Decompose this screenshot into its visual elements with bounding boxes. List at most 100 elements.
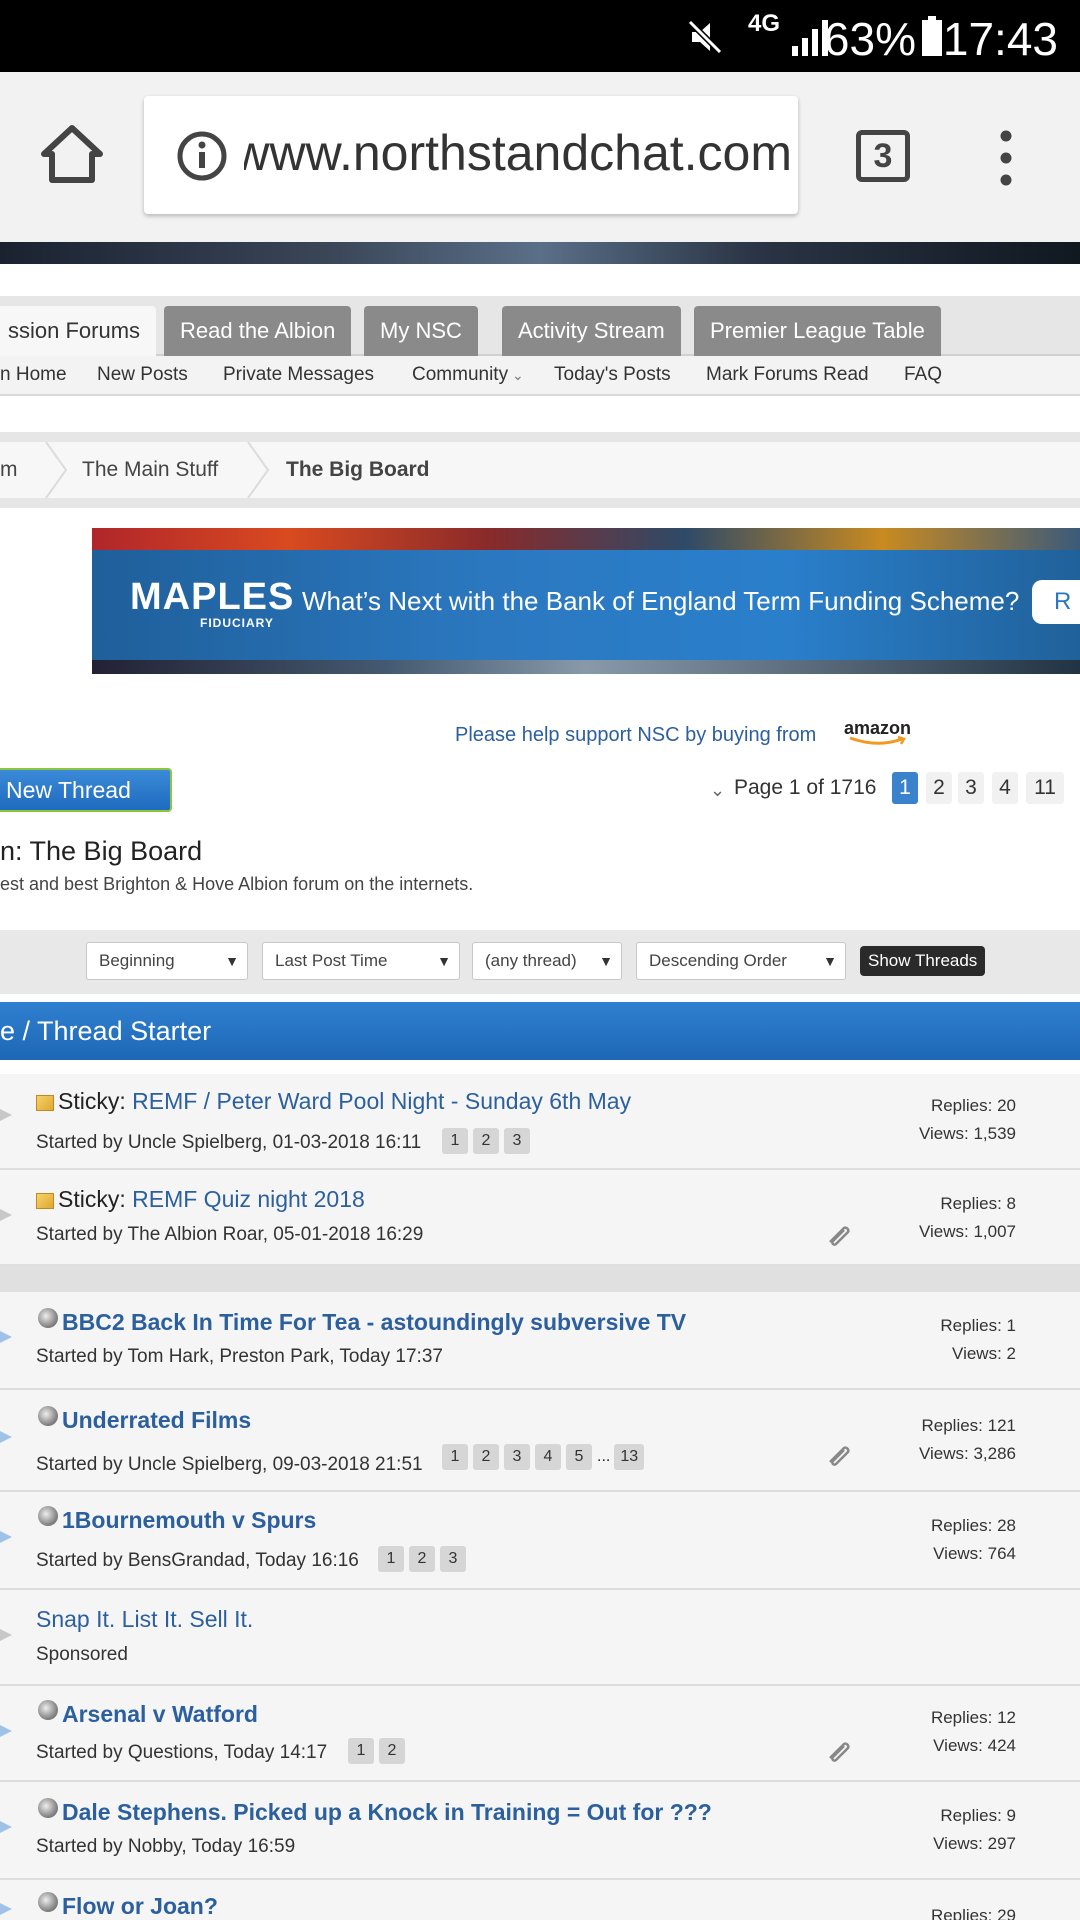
- banner-headline: What’s Next with the Bank of England Ter…: [302, 586, 1020, 616]
- tab-read-the-albion[interactable]: Read the Albion: [164, 306, 352, 356]
- thread-page-link[interactable]: 2: [473, 1128, 499, 1154]
- subnav-mark-forums-read[interactable]: Mark Forums Read: [706, 364, 869, 386]
- thread-stats: Replies: 29: [931, 1902, 1016, 1920]
- thread-page-link[interactable]: 1: [442, 1444, 468, 1470]
- subnav-faq[interactable]: FAQ: [904, 364, 942, 386]
- subnav-community[interactable]: Community ⌄: [412, 364, 524, 386]
- battery-percent: 63%: [823, 13, 916, 65]
- breadcrumb-separator-icon: [45, 442, 68, 498]
- sticky-icon: [36, 1094, 54, 1111]
- clock: 17:43: [942, 13, 1058, 65]
- thread-stats: Replies: 12 Views: 424: [931, 1704, 1016, 1760]
- home-icon[interactable]: [40, 124, 104, 184]
- date-from-select[interactable]: Beginning ▼: [86, 942, 248, 980]
- chevron-down-icon: ⌄: [508, 367, 524, 383]
- support-link[interactable]: Please help support NSC by buying from: [455, 724, 816, 747]
- thread-status-icon: [0, 1903, 12, 1915]
- thread-page-link[interactable]: 1: [378, 1546, 404, 1572]
- thread-title-link[interactable]: BBC2 Back In Time For Tea - astoundingly…: [62, 1309, 686, 1335]
- banner-ad[interactable]: MAPLES FIDUCIARY What’s Next with the Ba…: [92, 528, 1080, 674]
- tab-activity-stream[interactable]: Activity Stream: [502, 306, 681, 356]
- tab-switcher-button[interactable]: 3: [856, 130, 910, 182]
- info-icon[interactable]: [176, 130, 228, 182]
- thread-status-icon: [0, 1209, 12, 1221]
- thread-list-header[interactable]: e / Thread Starter: [0, 1002, 1080, 1060]
- page-ellipsis: ...: [597, 1448, 611, 1465]
- thread-page-link[interactable]: 2: [379, 1738, 405, 1764]
- sort-by-select[interactable]: Last Post Time ▼: [262, 942, 460, 980]
- show-threads-button[interactable]: Show Threads: [860, 946, 986, 976]
- tab-discussion-forums[interactable]: ssion Forums: [0, 306, 157, 356]
- page-link[interactable]: 11: [1026, 772, 1064, 804]
- reply-count: Replies: 121: [921, 1416, 1016, 1435]
- view-count: Views: 2: [952, 1344, 1016, 1363]
- status-bar: 4G 63% 17:43: [0, 0, 1080, 72]
- tab-my-nsc[interactable]: My NSC: [364, 306, 478, 356]
- thread-page-link[interactable]: 1: [348, 1738, 374, 1764]
- amazon-logo[interactable]: amazon: [842, 716, 920, 748]
- thread-starter: Started by Tom Hark, Preston Park, Today…: [36, 1346, 443, 1367]
- subnav-private-messages[interactable]: Private Messages: [223, 364, 374, 386]
- page-link[interactable]: 4: [992, 772, 1018, 804]
- thread-title-link[interactable]: Dale Stephens. Picked up a Knock in Trai…: [62, 1799, 712, 1825]
- thread-starter: Started by BensGrandad, Today 16:16: [36, 1550, 359, 1571]
- page-jump-label[interactable]: Page 1 of 1716: [734, 776, 876, 800]
- breadcrumb-separator-icon: [247, 442, 270, 498]
- thread-stats: Replies: 9 Views: 297: [933, 1802, 1016, 1858]
- thread-row: Sticky: REMF Quiz night 2018 Started by …: [0, 1170, 1080, 1266]
- thread-title-link[interactable]: REMF / Peter Ward Pool Night - Sunday 6t…: [132, 1088, 631, 1114]
- view-count: Views: 1,007: [918, 1222, 1016, 1241]
- thread-title-link[interactable]: REMF Quiz night 2018: [132, 1186, 365, 1212]
- thread-icon: [38, 1506, 58, 1526]
- page-link-current[interactable]: 1: [892, 772, 918, 804]
- page-link[interactable]: 2: [926, 772, 952, 804]
- section-divider: [0, 1266, 1080, 1292]
- thread-starter: Started by Uncle Spielberg, 09-03-2018 2…: [36, 1454, 423, 1475]
- thread-page-link[interactable]: 3: [440, 1546, 466, 1572]
- thread-title-line: 1Bournemouth v Spurs: [38, 1506, 316, 1534]
- thread-page-link[interactable]: 2: [473, 1444, 499, 1470]
- prefix-select[interactable]: (any thread) ▼: [472, 942, 622, 980]
- order-value: Descending Order: [649, 951, 787, 970]
- page-link[interactable]: 3: [958, 772, 984, 804]
- thread-title-link[interactable]: 1Bournemouth v Spurs: [62, 1507, 316, 1533]
- thread-page-link[interactable]: 3: [504, 1128, 530, 1154]
- subnav-todays-posts[interactable]: Today's Posts: [554, 364, 671, 386]
- subnav-new-posts[interactable]: New Posts: [97, 364, 188, 386]
- thread-row: Arsenal v Watford Started by Questions, …: [0, 1686, 1080, 1782]
- thread-row: Flow or Joan? Replies: 29: [0, 1880, 1080, 1920]
- sponsored-link[interactable]: Snap It. List It. Sell It.: [36, 1606, 253, 1632]
- thread-stats: Replies: 1 Views: 2: [940, 1312, 1016, 1368]
- thread-page-link[interactable]: 13: [614, 1444, 645, 1470]
- thread-page-link[interactable]: 3: [504, 1444, 530, 1470]
- breadcrumb-main-stuff[interactable]: The Main Stuff: [82, 458, 218, 482]
- thread-page-link[interactable]: 4: [535, 1444, 561, 1470]
- attachment-icon: [829, 1742, 850, 1762]
- thread-title-link[interactable]: Flow or Joan?: [62, 1893, 218, 1919]
- address-bar[interactable]: www.northstandchat.com: [144, 96, 798, 214]
- thread-title-link[interactable]: Underrated Films: [62, 1407, 251, 1433]
- view-count: Views: 3,286: [918, 1444, 1016, 1463]
- chevron-down-icon[interactable]: ⌄: [710, 780, 725, 801]
- overflow-menu-icon[interactable]: [1000, 128, 1012, 188]
- thread-title-link[interactable]: Arsenal v Watford: [62, 1701, 258, 1727]
- forum-description: est and best Brighton & Hove Albion foru…: [0, 874, 474, 894]
- tab-premier-league-table[interactable]: Premier League Table: [694, 306, 941, 356]
- url-text[interactable]: www.northstandchat.com: [244, 124, 792, 182]
- banner-cta-button[interactable]: R: [1032, 580, 1080, 624]
- thread-page-link[interactable]: 1: [442, 1128, 468, 1154]
- thread-stats: Replies: 28 Views: 764: [931, 1512, 1016, 1568]
- thread-page-link[interactable]: 2: [409, 1546, 435, 1572]
- breadcrumb-forum[interactable]: m: [0, 458, 18, 482]
- order-select[interactable]: Descending Order ▼: [636, 942, 846, 980]
- thread-filter-bar: Beginning ▼ Last Post Time ▼ (any thread) ▼…: [0, 930, 1080, 994]
- thread-stats: Replies: 8 Views: 1,007: [919, 1190, 1016, 1246]
- new-thread-button[interactable]: New Thread: [0, 768, 172, 812]
- thread-page-links: 123: [442, 1128, 535, 1154]
- thread-title-line: Flow or Joan?: [38, 1892, 218, 1920]
- subnav-forum-home[interactable]: n Home: [0, 364, 67, 386]
- caret-down-icon: ▼: [599, 953, 613, 969]
- thread-title-line: Arsenal v Watford: [38, 1700, 258, 1728]
- maples-logo: MAPLES: [130, 576, 295, 618]
- thread-page-link[interactable]: 5: [566, 1444, 592, 1470]
